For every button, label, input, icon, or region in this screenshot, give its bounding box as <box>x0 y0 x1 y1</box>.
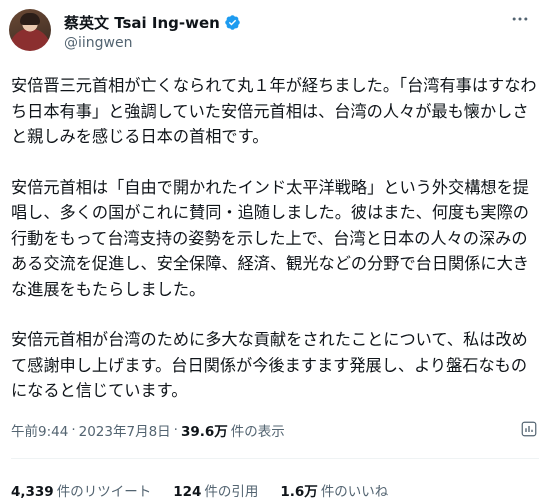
views-count: 39.6万 <box>180 424 228 440</box>
avatar[interactable] <box>9 9 51 51</box>
tweet-stats: 4,339 件のリツイート 124 件の引用 1.6万 件のいいね <box>11 480 410 500</box>
meta-separator: · <box>71 422 76 438</box>
tweet-date[interactable]: 2023年7月8日 <box>79 420 171 440</box>
name-row: 蔡英文 Tsai Ing-wen <box>64 12 241 33</box>
quotes-stat[interactable]: 124 件の引用 <box>173 480 258 500</box>
divider <box>11 458 539 459</box>
retweets-label: 件のリツイート <box>56 484 152 500</box>
quotes-label: 件の引用 <box>204 484 259 500</box>
verified-badge-icon <box>225 15 240 30</box>
likes-label: 件のいいね <box>320 484 389 500</box>
tweet-time[interactable]: 午前9:44 <box>11 420 68 440</box>
views-label: 件の表示 <box>230 424 285 440</box>
analytics-icon[interactable] <box>520 420 538 438</box>
handle[interactable]: @iingwen <box>64 35 132 51</box>
tweet-paragraph-2: 安倍元首相は「自由で開かれたインド太平洋戦略」という外交構想を提唱し、多くの国が… <box>11 177 529 299</box>
meta-separator: · <box>173 422 178 438</box>
tweet-header: 蔡英文 Tsai Ing-wen @iingwen <box>9 9 539 57</box>
tweet-meta: 午前9:44 · 2023年7月8日 · 39.6万 件の表示 <box>11 420 285 440</box>
retweets-count: 4,339 <box>11 484 54 500</box>
more-icon-glyph <box>512 17 528 21</box>
likes-stat[interactable]: 1.6万 件のいいね <box>280 480 388 500</box>
quotes-count: 124 <box>173 484 202 500</box>
likes-count: 1.6万 <box>280 484 318 500</box>
tweet-paragraph-3: 安倍元首相が台湾のために多大な貢献をされたことについて、私は改めて感謝申し上げま… <box>11 330 528 400</box>
tweet-paragraph-1: 安倍晋三元首相が亡くなられて丸１年が経ちました。「台湾有事はすなわち日本有事」と… <box>11 76 537 146</box>
more-icon[interactable] <box>505 9 535 33</box>
display-name[interactable]: 蔡英文 Tsai Ing-wen <box>64 12 220 33</box>
tweet-text: 安倍晋三元首相が亡くなられて丸１年が経ちました。「台湾有事はすなわち日本有事」と… <box>11 73 541 404</box>
retweets-stat[interactable]: 4,339 件のリツイート <box>11 480 151 500</box>
